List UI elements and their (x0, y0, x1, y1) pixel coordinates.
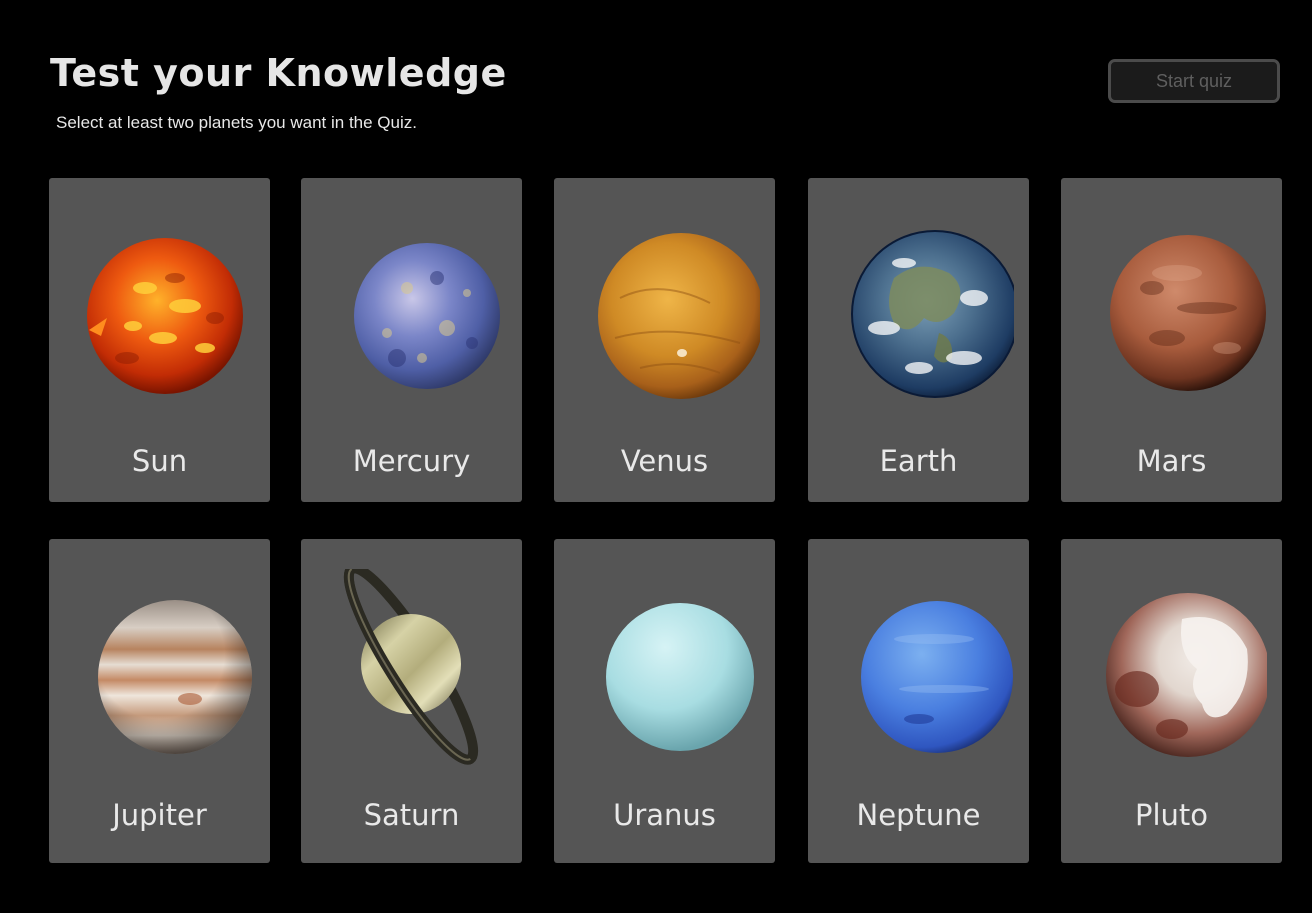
saturn-image (301, 569, 522, 769)
planet-label-saturn: Saturn (363, 798, 460, 832)
sun-image (49, 218, 270, 408)
planet-label-uranus: Uranus (613, 798, 716, 832)
planet-label-pluto: Pluto (1134, 798, 1209, 832)
page-title: Test your Knowledge (50, 51, 507, 95)
venus-image (554, 218, 775, 408)
page-subtitle: Select at least two planets you want in … (56, 113, 417, 132)
earth-image (808, 218, 1029, 408)
mars-image (1061, 218, 1282, 408)
planet-label-mercury: Mercury (352, 444, 471, 478)
planet-card-mars[interactable]: Mars (1061, 178, 1282, 502)
planet-label-neptune: Neptune (856, 798, 981, 832)
start-quiz-button[interactable]: Start quiz (1108, 59, 1280, 103)
planet-label-earth: Earth (879, 444, 958, 478)
planet-label-jupiter: Jupiter (112, 798, 207, 832)
uranus-image (554, 579, 775, 769)
planet-card-venus[interactable]: Venus (554, 178, 775, 502)
planet-card-earth[interactable]: Earth (808, 178, 1029, 502)
planet-card-saturn[interactable]: Saturn (301, 539, 522, 863)
planet-label-venus: Venus (620, 444, 709, 478)
planet-card-sun[interactable]: Sun (49, 178, 270, 502)
mercury-image (301, 218, 522, 408)
planet-label-sun: Sun (131, 444, 188, 478)
jupiter-image (49, 579, 270, 769)
planet-card-pluto[interactable]: Pluto (1061, 539, 1282, 863)
neptune-image (808, 579, 1029, 769)
planet-card-mercury[interactable]: Mercury (301, 178, 522, 502)
planet-card-uranus[interactable]: Uranus (554, 539, 775, 863)
pluto-image (1061, 579, 1282, 769)
planet-card-neptune[interactable]: Neptune (808, 539, 1029, 863)
planet-card-jupiter[interactable]: Jupiter (49, 539, 270, 863)
planet-label-mars: Mars (1136, 444, 1207, 478)
